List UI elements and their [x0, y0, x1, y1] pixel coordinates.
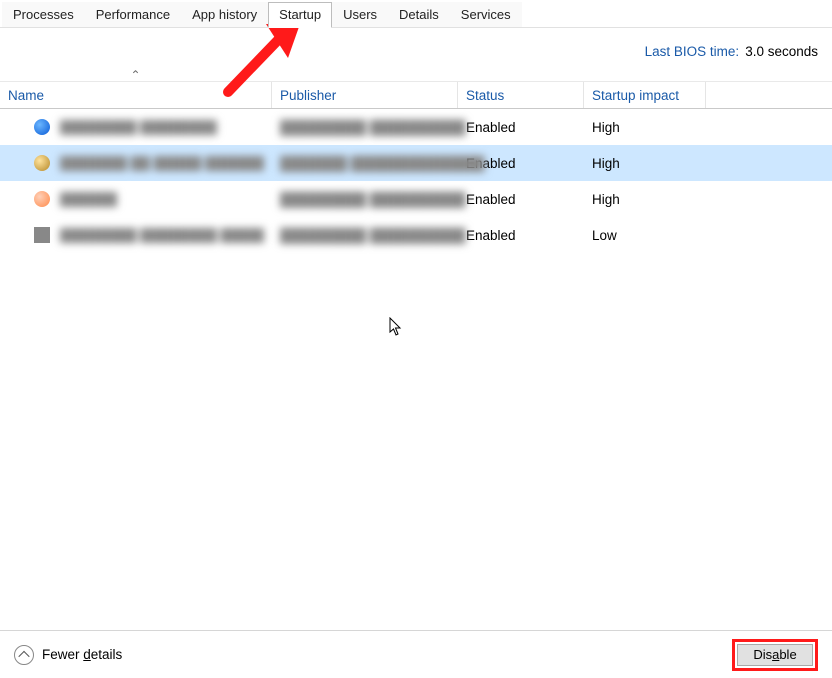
row-impact: High [584, 192, 706, 207]
fewer-details-label: Fewer details [42, 647, 122, 662]
column-status-label: Status [466, 88, 504, 103]
row-name-blurred: ███████ ██ █████ ████████ [60, 156, 264, 171]
startup-rows: ████████ ████████ █████████ ██████████ E… [0, 109, 832, 253]
row-status: Enabled [458, 192, 584, 207]
app-icon [34, 155, 50, 171]
tab-performance[interactable]: Performance [85, 2, 181, 27]
table-row[interactable]: ███████ ██ █████ ████████ ███████ ██████… [0, 145, 832, 181]
row-name-blurred: ████████ ████████ [60, 120, 217, 135]
table-row[interactable]: ████████ ████████ █████████ ██████████ E… [0, 109, 832, 145]
row-impact: Low [584, 228, 706, 243]
row-name-blurred: ██████ [60, 192, 117, 207]
row-status: Enabled [458, 120, 584, 135]
fewer-details-button[interactable]: Fewer details [14, 645, 122, 665]
app-icon [34, 119, 50, 135]
tab-users[interactable]: Users [332, 2, 388, 27]
bios-time-bar: Last BIOS time: 3.0 seconds [0, 28, 832, 81]
column-name-label: Name [8, 88, 44, 103]
table-row[interactable]: ██████ █████████ ██████████ Enabled High [0, 181, 832, 217]
footer-bar: Fewer details Disable [0, 630, 832, 678]
row-publisher-blurred: █████████ ██████████ [280, 120, 465, 135]
column-status[interactable]: Status [458, 82, 584, 108]
column-publisher[interactable]: Publisher [272, 82, 458, 108]
sort-indicator-icon: ⌃ [130, 70, 140, 80]
annotation-highlight: Disable [732, 639, 818, 671]
table-row[interactable]: ████████ ████████ ████████ █████████ ███… [0, 217, 832, 253]
tab-startup[interactable]: Startup [268, 2, 332, 28]
column-name[interactable]: ⌃ Name [0, 82, 272, 108]
app-icon [34, 191, 50, 207]
tab-processes[interactable]: Processes [2, 2, 85, 27]
column-publisher-label: Publisher [280, 88, 336, 103]
column-impact-label: Startup impact [592, 88, 679, 103]
column-headers: ⌃ Name Publisher Status Startup impact [0, 81, 832, 109]
row-status: Enabled [458, 228, 584, 243]
row-publisher-blurred: ███████ ██████████████ [280, 156, 485, 171]
cursor-icon [389, 317, 403, 337]
disable-button[interactable]: Disable [737, 644, 813, 666]
row-publisher-blurred: █████████ ██████████ [280, 228, 465, 243]
row-name-blurred: ████████ ████████ ████████ [60, 228, 264, 243]
tab-strip: Processes Performance App history Startu… [0, 0, 832, 28]
bios-time-label: Last BIOS time: [645, 44, 740, 59]
column-impact[interactable]: Startup impact [584, 82, 706, 108]
bios-time-value: 3.0 seconds [745, 44, 818, 59]
row-impact: High [584, 156, 706, 171]
app-icon [34, 227, 50, 243]
row-publisher-blurred: █████████ ██████████ [280, 192, 465, 207]
column-tail [706, 82, 832, 108]
chevron-up-icon [14, 645, 34, 665]
tab-app-history[interactable]: App history [181, 2, 268, 27]
row-impact: High [584, 120, 706, 135]
tab-services[interactable]: Services [450, 2, 522, 27]
tab-details[interactable]: Details [388, 2, 450, 27]
